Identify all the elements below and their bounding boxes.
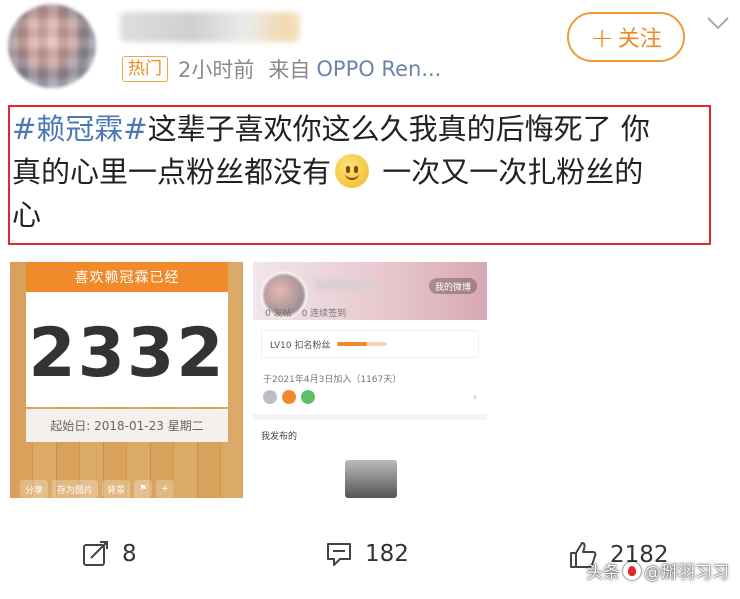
counter-toolbar: 分享 存为图片 背景 ⚑ + [20, 480, 174, 498]
post-time: 2小时前 [178, 58, 255, 82]
author-avatar[interactable] [8, 4, 96, 88]
flag-icon: ⚑ [134, 480, 153, 498]
published-label: 我发布的 [261, 432, 298, 442]
comment-icon [327, 543, 351, 566]
share-chip: 分享 [20, 480, 49, 498]
source-prefix: 来自 [268, 58, 311, 82]
watermark: 头条 @掰羽习习 [586, 558, 729, 583]
repost-icon [83, 541, 108, 566]
chevron-right-icon: › [473, 392, 477, 403]
fan-level-row: LV10 扣名粉丝 [261, 330, 479, 358]
post-source[interactable]: OPPO Ren... [316, 57, 441, 81]
fan-level-label: LV10 扣名粉丝 [270, 340, 331, 351]
post-text-line2b: 一次又一次扎粉丝的 [373, 155, 644, 189]
joined-date: 于2021年4月3日加入（1167天） [263, 375, 402, 385]
watermark-prefix: 头条 [586, 563, 620, 583]
counter-banner: 喜欢赖冠霖已经 [26, 262, 228, 292]
checkin-stat: 0 连续签到 [301, 309, 347, 319]
add-icon: + [156, 480, 174, 498]
badge-icon [301, 390, 315, 404]
follow-button[interactable]: + 关注 [567, 12, 685, 62]
repost-button[interactable]: 8 [82, 540, 137, 568]
post-image-profile[interactable]: 我的微博 0 发帖 0 连续签到 LV10 扣名粉丝 于2021年4月3日加入（… [253, 262, 487, 498]
badge-icon [263, 390, 277, 404]
counter-number: 2332 [28, 314, 226, 393]
divider [253, 414, 487, 420]
my-weibo-badge: 我的微博 [428, 278, 477, 294]
published-thumbnail [345, 460, 397, 498]
post-image-counter[interactable]: 喜欢赖冠霖已经 2332 起始日: 2018-01-23 星期二 分享 存为图片… [10, 262, 243, 498]
post-text-line1: 这辈子喜欢你这么久我真的后悔死了 你 [147, 112, 650, 146]
comment-count: 182 [365, 541, 409, 567]
background-chip: 背景 [102, 480, 131, 498]
chevron-down-icon[interactable] [705, 10, 731, 36]
counter-start-date: 起始日: 2018-01-23 星期二 [26, 409, 228, 442]
profile-name-blurred [315, 280, 375, 290]
hot-badge: 热门 [122, 56, 168, 82]
posts-stat: 0 发帖 [265, 309, 292, 319]
repost-count: 8 [122, 541, 137, 567]
profile-badges [263, 390, 315, 404]
follow-label: 关注 [617, 27, 662, 52]
toutiao-logo-icon [623, 561, 641, 580]
counter-card: 2332 [26, 292, 228, 407]
hashtag-link[interactable]: #赖冠霖# [12, 112, 148, 146]
fan-level-bar [336, 342, 387, 346]
comment-button[interactable]: 182 [325, 540, 409, 568]
profile-stats: 0 发帖 0 连续签到 [265, 306, 346, 319]
post-meta: 热门 2小时前 来自 OPPO Ren... [122, 54, 441, 84]
watermark-name: @掰羽习习 [644, 563, 729, 583]
post-text-line2a: 真的心里一点粉丝都没有 [12, 155, 332, 189]
save-image-chip: 存为图片 [52, 480, 99, 498]
smile-emoji-icon [335, 154, 370, 188]
author-name-blurred[interactable] [120, 12, 300, 42]
post-text: #赖冠霖#这辈子喜欢你这么久我真的后悔死了 你 真的心里一点粉丝都没有 一次又一… [12, 108, 712, 237]
badge-icon [282, 390, 296, 404]
plus-icon: + [590, 20, 614, 54]
post-text-line3: 心 [12, 198, 42, 232]
